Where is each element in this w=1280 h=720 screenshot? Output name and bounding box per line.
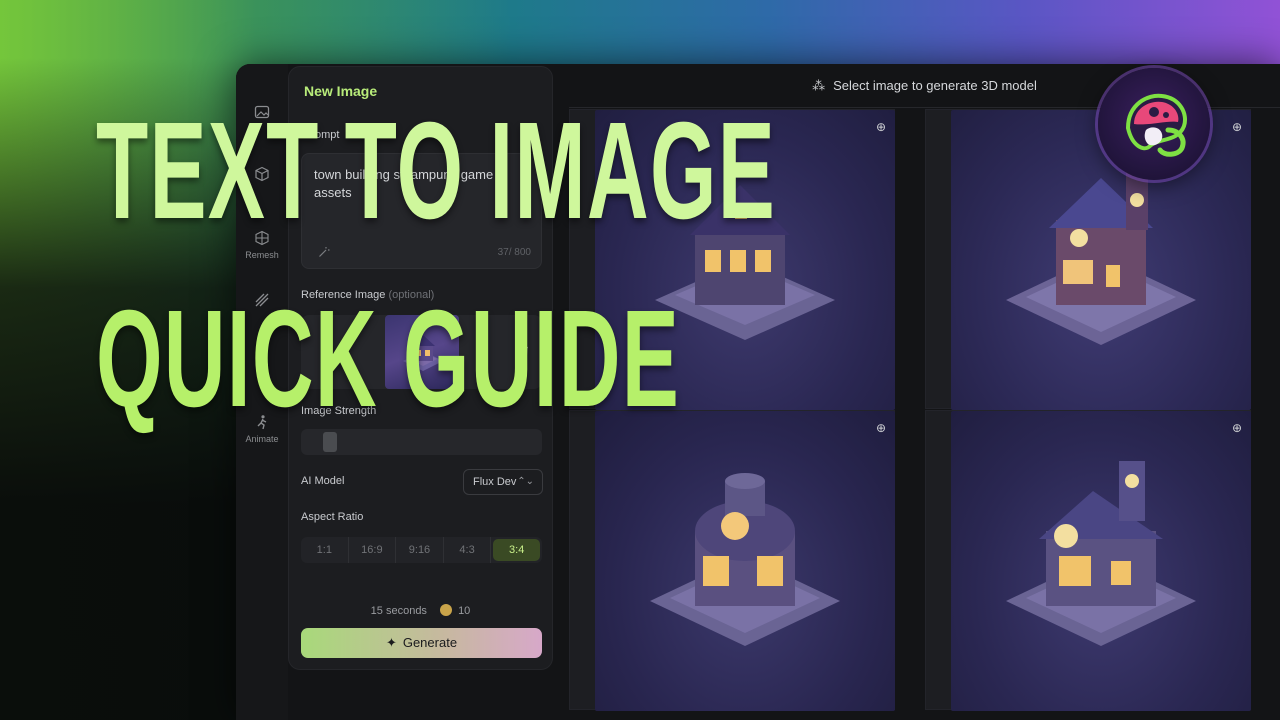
chevron-updown-icon: ⌃⌄ [517,476,534,487]
model-select[interactable]: Flux Dev ⌃⌄ [463,469,543,495]
zoom-icon[interactable]: ⊕ [1232,421,1242,435]
image-tile-3[interactable]: ⊕ [569,410,895,711]
brand-logo [1098,68,1210,180]
aspect-option-4-3[interactable]: 4:3 [444,537,492,563]
headline-line-1: TEXT TO IMAGE [96,94,777,248]
aspect-option-9-16[interactable]: 9:16 [396,537,444,563]
aspect-option-1-1[interactable]: 1:1 [301,537,349,563]
house-illustration [1006,461,1196,646]
zoom-icon[interactable]: ⊕ [1232,120,1242,134]
generation-cost: 15 seconds 10 [370,604,471,617]
aspect-option-16-9[interactable]: 16:9 [349,537,397,563]
cursor-click-icon: ⁂ [812,78,826,93]
mushroom-logo-icon [1125,93,1187,157]
aspect-option-3-4[interactable]: 3:4 [493,539,540,561]
sparkle-icon: ✦ [385,635,397,650]
model-label: AI Model [301,475,345,487]
credit-coin-icon [440,604,452,616]
headline-line-2: QUICK GUIDE [96,282,681,436]
zoom-icon[interactable]: ⊕ [876,120,886,134]
house-illustration [650,473,840,646]
image-tile-4[interactable]: ⊕ [925,410,1251,711]
aspect-ratio-selector: 1:1 16:9 9:16 4:3 3:4 [301,537,542,563]
house-illustration [1006,160,1196,345]
aspect-label: Aspect Ratio [301,511,364,523]
generated-image [951,411,1251,711]
zoom-icon[interactable]: ⊕ [876,421,886,435]
generate-button[interactable]: ✦ Generate [301,628,542,658]
generated-image [595,411,895,711]
